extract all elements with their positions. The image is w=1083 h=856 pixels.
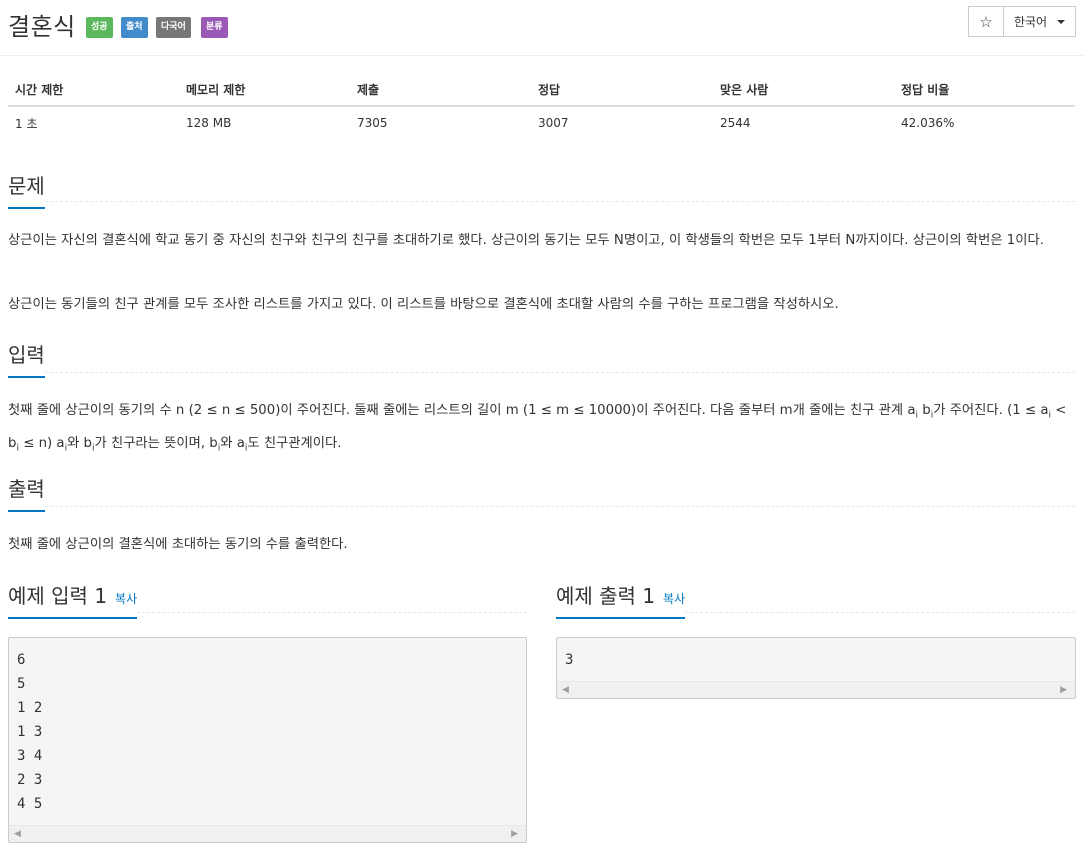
sample-output-heading: 예제 출력 1 복사	[556, 580, 686, 619]
sample-output-title: 예제 출력 1	[556, 584, 656, 608]
divider	[137, 612, 527, 613]
label-category[interactable]: 분류	[201, 17, 228, 38]
problem-info-table: 시간 제한 메모리 제한 제출 정답 맞은 사람 정답 비율 1 초 128 M…	[8, 73, 1075, 139]
accepted-value: 3007	[538, 116, 569, 130]
problem-header: 결혼식 성공 출처 다국어 분류 ☆ 한국어	[0, 0, 1083, 56]
divider	[45, 372, 1075, 373]
solvers-value: 2544	[720, 116, 751, 130]
star-icon: ☆	[979, 12, 993, 31]
accept-ratio-value: 42.036%	[901, 116, 955, 130]
scroll-right-icon[interactable]: ▶	[511, 829, 518, 839]
output-description: 첫째 줄에 상근이의 결혼식에 초대하는 동기의 수를 출력한다.	[8, 537, 348, 552]
output-heading: 출력	[8, 473, 45, 512]
th-time-limit: 시간 제한	[8, 73, 179, 107]
language-dropdown[interactable]: 한국어	[1003, 6, 1076, 37]
th-accepted: 정답	[531, 73, 713, 107]
output-section-heading: 출력	[8, 473, 45, 512]
divider	[45, 201, 1075, 202]
problem-heading: 문제	[8, 170, 45, 209]
divider	[685, 612, 1075, 613]
problem-section-heading: 문제	[8, 170, 45, 209]
th-memory-limit: 메모리 제한	[179, 73, 350, 107]
problem-description-1: 상근이는 자신의 결혼식에 학교 동기 중 자신의 친구와 친구의 친구를 초대…	[8, 233, 1044, 248]
copy-sample-output-link[interactable]: 복사	[663, 592, 685, 606]
divider	[45, 506, 1075, 507]
scroll-left-icon[interactable]: ◀	[562, 685, 569, 695]
input-heading: 입력	[8, 339, 45, 378]
label-source[interactable]: 출처	[121, 17, 148, 38]
copy-sample-input-link[interactable]: 복사	[115, 592, 137, 606]
sample-input-box[interactable]: 651 21 33 42 34 5 ◀ ▶	[8, 637, 527, 843]
sample-output-content: 3	[565, 652, 574, 668]
table-header-row: 시간 제한 메모리 제한 제출 정답 맞은 사람 정답 비율	[8, 73, 1075, 107]
th-submissions: 제출	[350, 73, 531, 107]
problem-description-2: 상근이는 동기들의 친구 관계를 모두 조사한 리스트를 가지고 있다. 이 리…	[8, 297, 839, 312]
sample-input-title: 예제 입력 1	[8, 584, 108, 608]
table-row: 1 초 128 MB 7305 3007 2544 42.036%	[8, 106, 1075, 139]
memory-limit-value: 128 MB	[186, 116, 232, 130]
label-success[interactable]: 성공	[86, 17, 113, 38]
time-limit-value: 1 초	[15, 116, 38, 131]
page-title: 결혼식	[8, 13, 76, 41]
scroll-right-icon[interactable]: ▶	[1060, 685, 1067, 695]
input-description: 첫째 줄에 상근이의 동기의 수 n (2 ≤ n ≤ 500)이 주어진다. …	[8, 403, 1067, 454]
horizontal-scrollbar[interactable]: ◀ ▶	[557, 681, 1075, 698]
caret-down-icon	[1057, 19, 1066, 24]
horizontal-scrollbar[interactable]: ◀ ▶	[9, 825, 526, 842]
language-label: 한국어	[1013, 15, 1048, 29]
th-accept-ratio: 정답 비율	[894, 73, 1075, 107]
scroll-left-icon[interactable]: ◀	[14, 829, 21, 839]
submissions-value: 7305	[357, 116, 388, 130]
sample-input-content: 651 21 33 42 34 5	[17, 652, 43, 812]
star-button[interactable]: ☆	[968, 6, 1004, 37]
sample-input-heading: 예제 입력 1 복사	[8, 580, 138, 619]
label-multilingual[interactable]: 다국어	[156, 17, 191, 38]
sample-output-box[interactable]: 3 ◀ ▶	[556, 637, 1076, 699]
th-solvers: 맞은 사람	[713, 73, 894, 107]
input-section-heading: 입력	[8, 339, 45, 378]
